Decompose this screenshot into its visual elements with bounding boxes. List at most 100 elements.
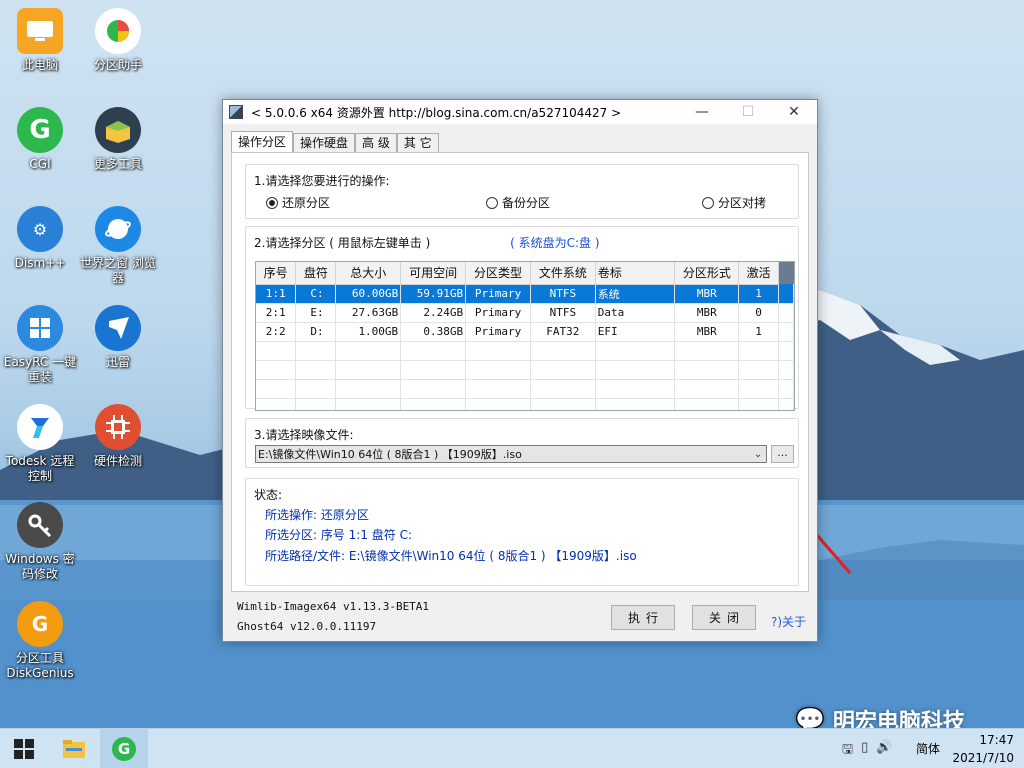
taskbar-file-explorer[interactable]: [50, 729, 98, 768]
column-header[interactable]: 文件系统: [530, 262, 596, 285]
cell-fs: NTFS: [530, 284, 596, 304]
about-link[interactable]: ?)关于: [771, 613, 806, 630]
tab-panel: 1.请选择您要进行的操作: 还原分区 备份分区 分区对拷 2.请选择分区 ( 用…: [231, 152, 809, 592]
image-group: 3.请选择映像文件: E:\镜像文件\Win10 64位 ( 8版合1 ) 【1…: [245, 418, 799, 468]
cell-free: 59.91GB: [400, 284, 467, 304]
cell-free: 0.38GB: [400, 322, 467, 342]
radio-label: 备份分区: [502, 196, 551, 210]
empty-row: [256, 360, 794, 380]
app-icon: [229, 105, 243, 119]
radio-label: 分区对拷: [718, 196, 767, 210]
tab-operate-disk[interactable]: 操作硬盘: [293, 133, 356, 152]
column-header[interactable]: 总大小: [335, 262, 402, 285]
cell-index: 1:1: [256, 284, 297, 304]
cell-total: 27.63GB: [335, 303, 402, 323]
volume-icon[interactable]: 🔊: [876, 740, 892, 762]
cell-type: Primary: [465, 322, 531, 342]
table-scrollbar[interactable]: [778, 262, 794, 284]
title-bar[interactable]: < 5.0.0.6 x64 资源外置 http://blog.sina.com.…: [223, 100, 817, 124]
window-title: < 5.0.0.6 x64 资源外置 http://blog.sina.com.…: [251, 105, 622, 120]
cell-label: Data: [595, 303, 676, 323]
radio-dot: [702, 196, 714, 209]
partition-table[interactable]: 序号 盘符 总大小 可用空间 分区类型 文件系统 卷标 分区形式 激活 1:1 …: [255, 261, 795, 411]
cell-scheme: MBR: [674, 322, 740, 342]
cell-total: 60.00GB: [335, 284, 402, 304]
image-group-title: 3.请选择映像文件:: [254, 428, 354, 442]
tab-bar: 操作分区 操作硬盘 高 级 其 它: [231, 131, 439, 152]
chevron-down-icon[interactable]: ⌄: [750, 449, 766, 460]
status-title: 状态:: [254, 488, 283, 502]
usb-icon[interactable]: ▯: [861, 740, 868, 762]
network-icon[interactable]: 🖫: [842, 740, 853, 762]
status-partition: 所选分区: 序号 1:1 盘符 C:: [265, 528, 413, 542]
cell-free: 2.24GB: [400, 303, 467, 323]
clock-date: 2021/7/10: [952, 751, 1014, 765]
watermark: 💬 明宏电脑科技: [795, 704, 965, 728]
wechat-icon: 💬: [795, 706, 825, 728]
main-window: < 5.0.0.6 x64 资源外置 http://blog.sina.com.…: [222, 99, 818, 642]
column-header[interactable]: 卷标: [595, 262, 676, 285]
system-tray: 🖫 ▯ 🔊: [842, 740, 892, 762]
status-group: 状态: 所选操作: 还原分区 所选分区: 序号 1:1 盘符 C: 所选路径/文…: [245, 478, 799, 586]
partition-group-title-text: 2.请选择分区 ( 用鼠标左键单击 ): [254, 236, 431, 250]
cell-drive: C:: [295, 284, 337, 304]
cell-active: 1: [738, 284, 780, 304]
table-row[interactable]: 2:1 E: 27.63GB 2.24GB Primary NTFS Data …: [256, 303, 794, 323]
radio-backup[interactable]: 备份分区: [486, 194, 550, 211]
cell-scheme: MBR: [674, 303, 740, 323]
tab-advanced[interactable]: 高 级: [355, 133, 397, 152]
cell-scheme: MBR: [674, 284, 740, 304]
ghost-version: Ghost64 v12.0.0.11197: [237, 620, 377, 633]
system-disk-hint: ( 系统盘为C:盘 ): [510, 236, 600, 250]
cell-active: 1: [738, 322, 780, 342]
radio-dot: [266, 196, 278, 209]
tab-other[interactable]: 其 它: [396, 133, 439, 152]
clock-time: 17:47: [979, 733, 1014, 747]
cell-fs: NTFS: [530, 303, 596, 323]
partition-group-title: 2.请选择分区 ( 用鼠标左键单击 ) ( 系统盘为C:盘 ): [254, 234, 600, 251]
ime-indicator[interactable]: 简体: [916, 740, 940, 757]
image-file-select[interactable]: E:\镜像文件\Win10 64位 ( 8版合1 ) 【1909版】.iso ⌄: [255, 445, 767, 463]
cell-index: 2:2: [256, 322, 297, 342]
column-header[interactable]: 激活: [738, 262, 780, 285]
cell-total: 1.00GB: [335, 322, 402, 342]
column-header[interactable]: 盘符: [295, 262, 337, 285]
cell-drive: E:: [295, 303, 337, 323]
close-window-button[interactable]: ✕: [771, 100, 817, 124]
close-button[interactable]: 关闭: [692, 605, 756, 630]
column-header[interactable]: 分区形式: [674, 262, 740, 285]
radio-copy[interactable]: 分区对拷: [702, 194, 766, 211]
column-header[interactable]: 可用空间: [400, 262, 467, 285]
column-header[interactable]: 序号: [256, 262, 297, 285]
status-operation: 所选操作: 还原分区: [265, 508, 369, 522]
folder-icon: [63, 740, 85, 758]
cell-label: EFI: [595, 322, 676, 342]
browse-button[interactable]: ...: [771, 445, 794, 463]
cell-active: 0: [738, 303, 780, 323]
cell-label: 系统: [595, 284, 676, 304]
status-path: 所选路径/文件: E:\镜像文件\Win10 64位 ( 8版合1 ) 【190…: [265, 549, 637, 563]
tab-operate-partition[interactable]: 操作分区: [231, 131, 294, 152]
cell-type: Primary: [465, 303, 531, 323]
start-button[interactable]: [0, 729, 48, 768]
column-header[interactable]: 分区类型: [465, 262, 531, 285]
radio-dot: [486, 196, 498, 209]
empty-row: [256, 379, 794, 399]
windows-logo-icon: [14, 739, 34, 759]
table-row[interactable]: 1:1 C: 60.00GB 59.91GB Primary NTFS 系统 M…: [256, 284, 794, 304]
taskbar-cgi[interactable]: G: [100, 729, 148, 768]
maximize-button: ☐: [741, 104, 755, 120]
empty-row: [256, 341, 794, 361]
radio-label: 还原分区: [282, 196, 331, 210]
table-row[interactable]: 2:2 D: 1.00GB 0.38GB Primary FAT32 EFI M…: [256, 322, 794, 342]
operation-group-title: 1.请选择您要进行的操作:: [254, 174, 390, 188]
radio-restore[interactable]: 还原分区: [266, 194, 330, 211]
minimize-button[interactable]: —: [679, 100, 725, 124]
partition-group: 2.请选择分区 ( 用鼠标左键单击 ) ( 系统盘为C:盘 ) 序号 盘符 总大…: [245, 226, 799, 411]
clock[interactable]: 17:47 2021/7/10: [952, 731, 1014, 767]
cgi-icon: G: [112, 737, 136, 761]
cell-type: Primary: [465, 284, 531, 304]
taskbar: G 🖫 ▯ 🔊 简体 17:47 2021/7/10: [0, 728, 1024, 768]
execute-button[interactable]: 执行: [611, 605, 675, 630]
image-file-value: E:\镜像文件\Win10 64位 ( 8版合1 ) 【1909版】.iso: [258, 448, 522, 461]
